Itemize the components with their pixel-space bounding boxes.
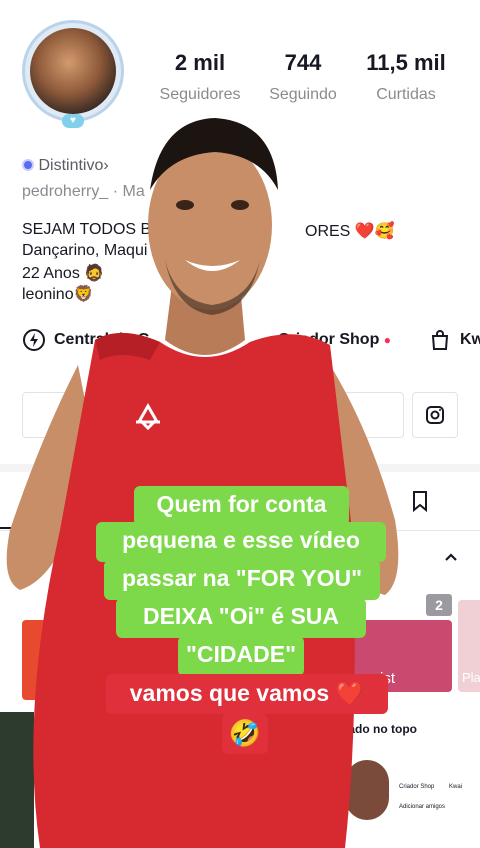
- person-figure: [6, 118, 399, 848]
- caption-line-3: passar na "FOR YOU": [104, 560, 380, 600]
- following-label: Seguindo: [269, 86, 337, 103]
- shopping-bag-icon: [428, 328, 452, 352]
- followers-stat[interactable]: 2 mil Seguidores: [150, 50, 250, 104]
- likes-stat[interactable]: 11,5 mil Curtidas: [356, 50, 456, 104]
- playlist-tile-edge-text: Pla: [462, 670, 480, 685]
- laughing-emoji: 🤣: [222, 714, 268, 754]
- likes-label: Curtidas: [376, 86, 436, 103]
- playlist-count-badge: 2: [426, 594, 452, 616]
- following-stat[interactable]: 744 Seguindo: [258, 50, 348, 104]
- caption-line-6: vamos que vamos ❤️: [106, 674, 388, 714]
- following-count: 744: [284, 50, 322, 75]
- avatar[interactable]: [30, 28, 116, 114]
- playlist-tile-edge[interactable]: Pla: [458, 600, 480, 692]
- pinned-thumb-kwai: Kwai: [449, 784, 463, 790]
- caption-line-2: pequena e esse vídeo: [96, 522, 386, 562]
- caption-line-4: DEIXA "Oi" é SUA: [116, 598, 366, 638]
- kwai-link[interactable]: Kw: [460, 331, 480, 349]
- followers-label: Seguidores: [159, 86, 241, 103]
- chevron-up-icon[interactable]: [442, 548, 460, 566]
- followers-count: 2 mil: [174, 50, 226, 75]
- caption-line-5: "CIDADE": [178, 636, 304, 676]
- likes-count: 11,5 mil: [366, 50, 446, 75]
- caption-line-1: Quem for conta: [134, 486, 349, 526]
